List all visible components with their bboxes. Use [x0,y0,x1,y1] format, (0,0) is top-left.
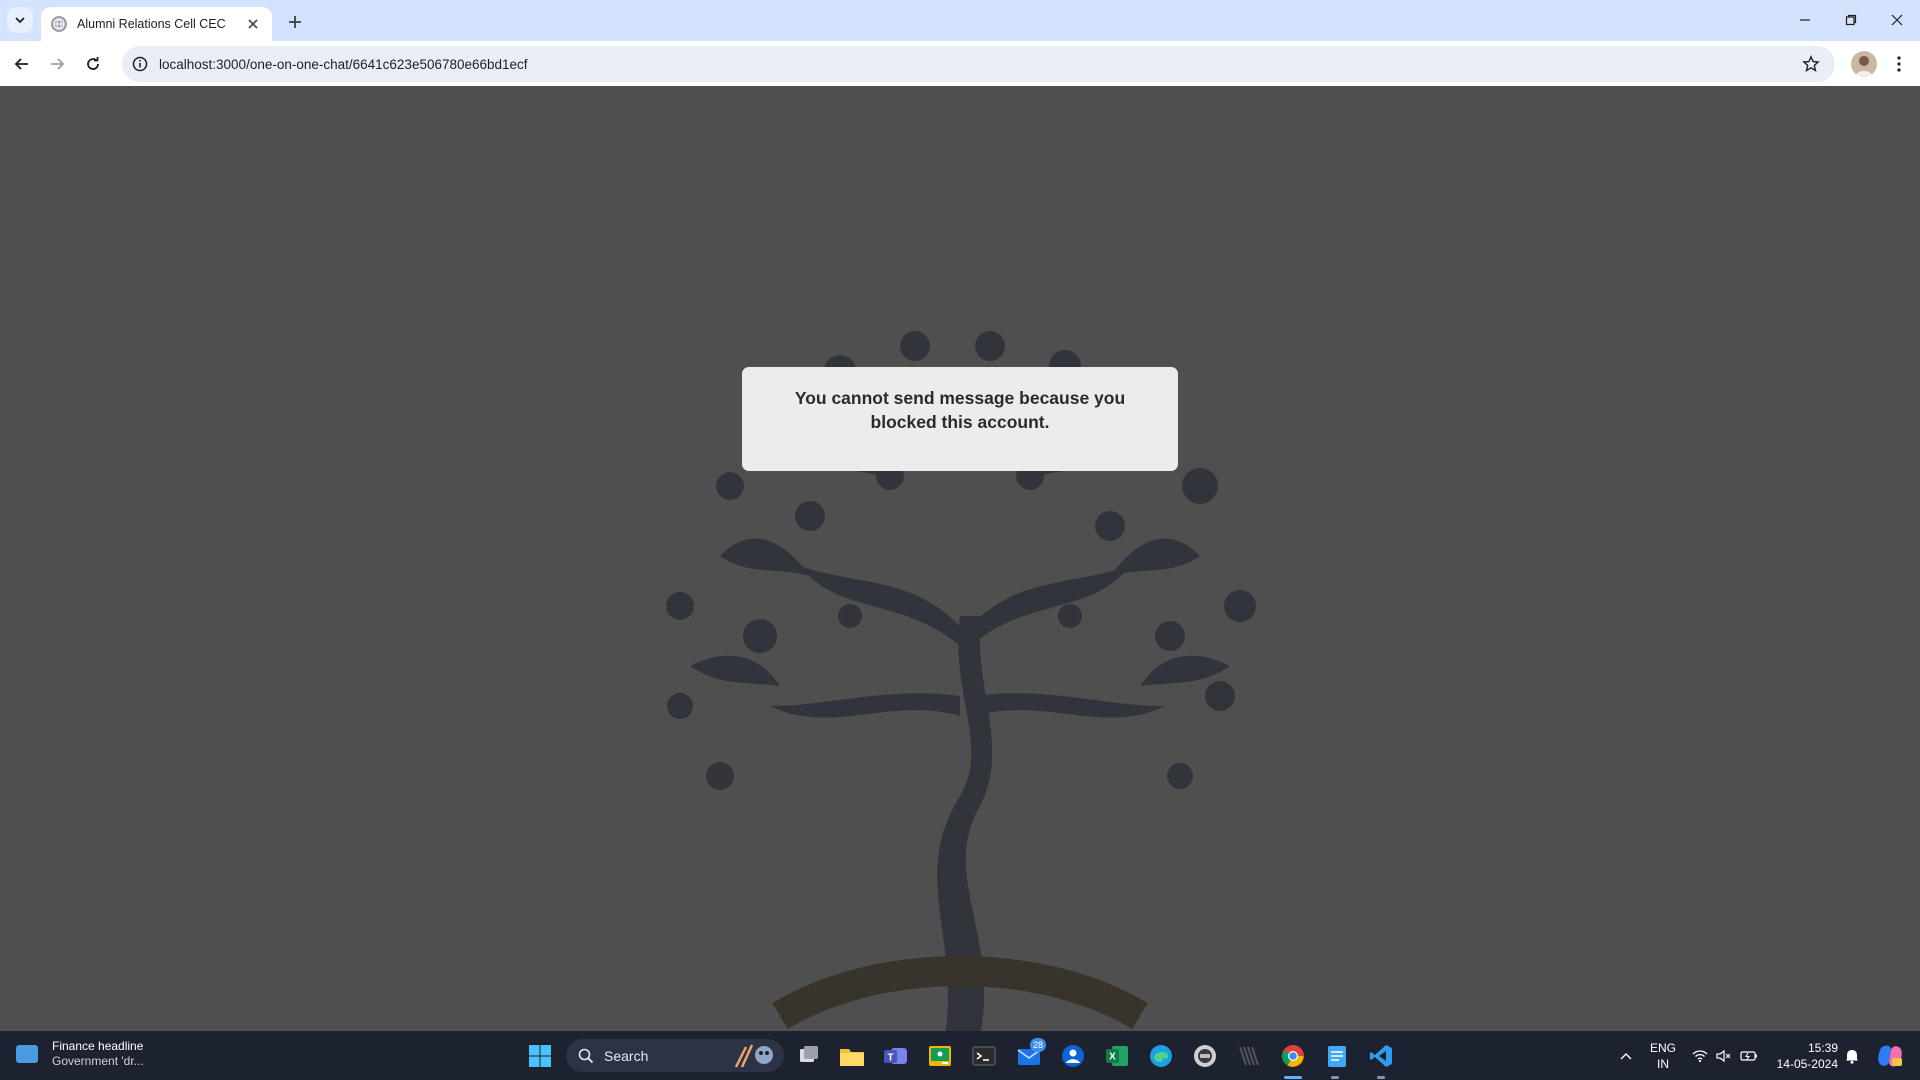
restore-button[interactable] [1828,0,1874,40]
excel-icon[interactable]: X [1103,1042,1131,1070]
news-widget[interactable]: Finance headline Government 'dr... [16,1039,144,1069]
plus-icon [289,16,301,28]
app-circle-icon[interactable] [1191,1042,1219,1070]
windows-logo-icon [529,1045,551,1067]
back-button[interactable] [6,48,38,80]
chrome-icon[interactable] [1279,1042,1307,1070]
modal-overlay[interactable] [0,86,1920,1031]
copilot-icon[interactable] [1874,1031,1906,1080]
wifi-icon[interactable] [1689,1031,1711,1080]
tab-search-button[interactable] [7,7,33,33]
url-text: localhost:3000/one-on-one-chat/6641c623e… [159,56,528,72]
chevron-down-icon [15,17,25,24]
svg-text:T: T [887,1053,893,1064]
search-label: Search [604,1047,649,1064]
task-view-icon[interactable] [795,1042,823,1070]
tab-title: Alumni Relations Cell CEC [77,17,226,31]
battery-icon[interactable] [1737,1031,1761,1080]
browser-toolbar: localhost:3000/one-on-one-chat/6641c623e… [0,41,1920,86]
show-hidden-icons-chevron-up-icon[interactable] [1614,1031,1638,1080]
windows-taskbar: Finance headline Government 'dr... Searc… [0,1031,1920,1080]
system-clock[interactable]: 15:39 14-05-2024 [1766,1040,1838,1072]
news-subtitle: Government 'dr... [52,1054,144,1068]
file-explorer-icon[interactable] [838,1042,866,1070]
minimize-icon [1800,19,1810,21]
address-bar[interactable]: localhost:3000/one-on-one-chat/6641c623e… [122,46,1835,82]
dialog-message: You cannot send message because you bloc… [794,388,1126,432]
edge-icon[interactable] [1147,1042,1175,1070]
close-icon [1891,14,1903,26]
tab-close-icon[interactable] [244,15,262,33]
notepad-icon[interactable] [1323,1042,1351,1070]
terminal-icon[interactable] [970,1042,998,1070]
news-icon [16,1045,38,1063]
volume-muted-icon[interactable] [1713,1031,1735,1080]
notepad-running-indicator [1331,1076,1339,1079]
vscode-running-indicator [1377,1076,1385,1079]
search-icon [578,1048,594,1063]
restore-icon [1845,14,1857,26]
notification-bell-icon[interactable] [1841,1031,1863,1080]
clock-date: 14-05-2024 [1776,1057,1838,1071]
browser-tab-strip: Alumni Relations Cell CEC [0,0,1920,41]
vscode-icon[interactable] [1367,1042,1395,1070]
news-title: Finance headline [52,1039,144,1053]
reload-button[interactable] [77,48,109,80]
account-app-icon[interactable] [1059,1042,1087,1070]
reload-icon [87,57,99,70]
forward-button[interactable] [41,48,73,80]
barcode-app-icon[interactable] [1235,1042,1263,1070]
taskbar-search[interactable]: Search [566,1039,784,1072]
browser-menu-button[interactable] [1885,50,1913,78]
globe-icon [51,16,67,32]
svg-text:X: X [1109,1052,1116,1063]
blocked-message-dialog: You cannot send message because you bloc… [742,367,1178,471]
profile-avatar[interactable] [1851,51,1877,77]
chrome-running-indicator [1284,1076,1302,1079]
search-highlight-icon [734,1043,773,1068]
site-info-icon[interactable] [130,54,150,74]
mail-badge: 28 [1030,1038,1047,1052]
teams-icon[interactable]: T [882,1042,910,1070]
bookmark-star-icon[interactable] [1799,52,1823,76]
language-code: ENG [1649,1041,1676,1055]
tab-active[interactable]: Alumni Relations Cell CEC [41,7,272,41]
arrow-left-icon [14,58,28,70]
minimize-button[interactable] [1782,0,1828,40]
arrow-right-icon [51,58,65,70]
language-region: IN [1657,1057,1669,1071]
page-viewport: You cannot send message because you bloc… [0,86,1920,1031]
language-indicator[interactable]: ENG IN [1648,1040,1678,1072]
start-button[interactable] [526,1042,554,1070]
more-vertical-icon [1897,56,1901,72]
close-window-button[interactable] [1874,0,1920,40]
clock-time: 15:39 [1807,1041,1838,1055]
new-tab-button[interactable] [282,9,308,35]
classroom-icon[interactable] [926,1042,954,1070]
